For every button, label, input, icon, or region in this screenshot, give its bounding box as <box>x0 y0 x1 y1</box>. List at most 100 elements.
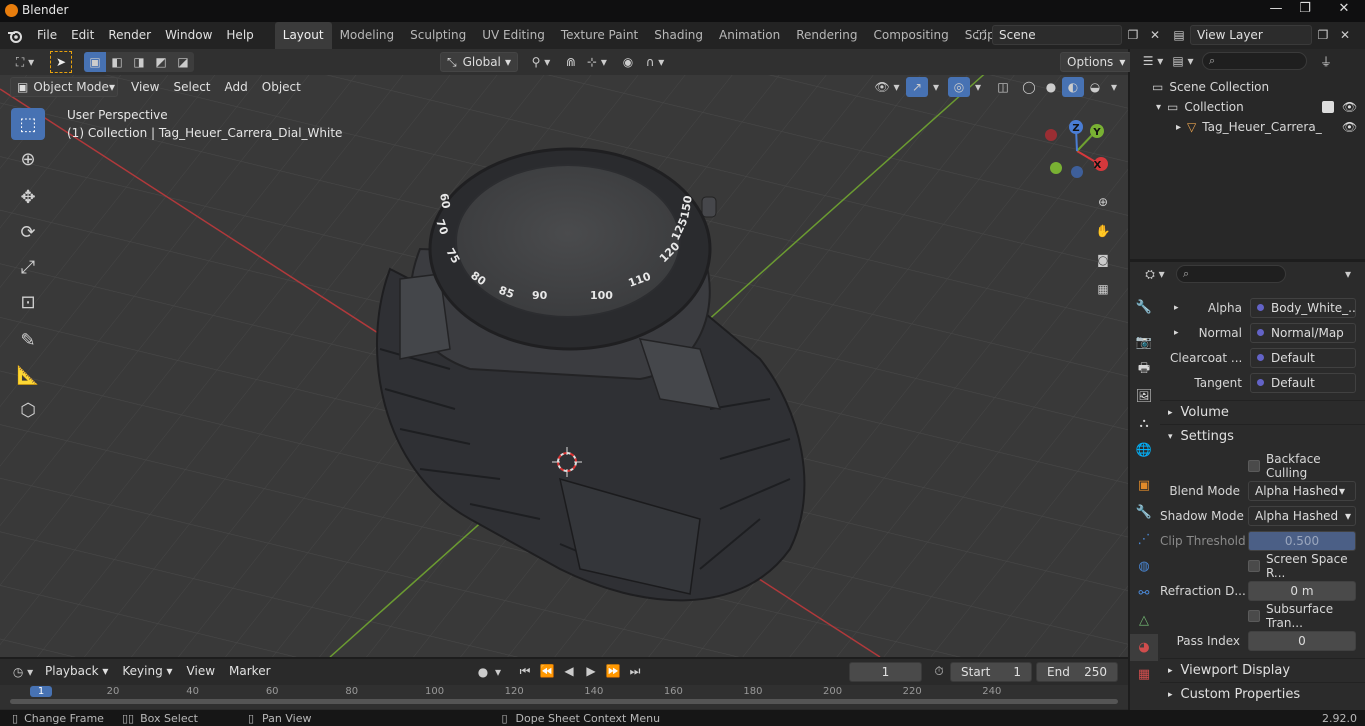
subsurface-translucency-option[interactable]: Subsurface Tran... <box>1160 602 1365 630</box>
select-tool-icon[interactable]: ➤ <box>50 51 72 73</box>
custom-properties-panel-header[interactable]: ▸ Custom Properties <box>1160 682 1365 706</box>
mode-dropdown[interactable]: ▣ Object Mode ▾ <box>10 77 118 97</box>
blend-mode-dropdown[interactable]: Alpha Hashed ▾ <box>1248 480 1356 501</box>
visibility-icon[interactable]: 👁 ▾ <box>872 77 902 97</box>
tab-uv-editing[interactable]: UV Editing <box>474 22 553 49</box>
menu-window[interactable]: Window <box>158 22 219 49</box>
output-tab-icon[interactable]: 🖶 <box>1130 356 1158 383</box>
properties-editor-type-icon[interactable]: ⛭ ▾ <box>1140 264 1170 284</box>
constraints-tab-icon[interactable]: ⚯ <box>1130 580 1158 607</box>
solid-shading-icon[interactable]: ● <box>1040 77 1062 97</box>
alpha-socket-field[interactable]: Body_White_... <box>1250 297 1356 318</box>
snap-icon[interactable]: ⋒ <box>560 52 582 72</box>
world-tab-icon[interactable]: 🌐 <box>1130 437 1158 464</box>
tab-animation[interactable]: Animation <box>711 22 788 49</box>
menu-object[interactable]: Object <box>255 75 308 99</box>
texture-tab-icon[interactable]: ▦ <box>1130 661 1158 688</box>
eye-icon[interactable]: 👁 <box>1342 120 1357 134</box>
properties-search-input[interactable]: ⌕ <box>1176 265 1286 283</box>
outliner-collection[interactable]: ▾ ▭ Collection 👁 <box>1130 97 1365 117</box>
annotate-tool-icon[interactable]: ✎ <box>11 324 45 356</box>
maximize-button[interactable]: ❐ <box>1290 0 1320 20</box>
jump-keyframe-back-icon[interactable]: ⏪ <box>536 661 558 681</box>
rotate-tool-icon[interactable]: ⟳ <box>11 216 45 248</box>
end-frame-field[interactable]: End 250 <box>1036 662 1118 682</box>
close-button[interactable]: ✕ <box>1325 0 1363 20</box>
render-tab-icon[interactable]: 📷 <box>1130 329 1158 356</box>
chevron-down-icon[interactable]: ▾ <box>928 77 944 97</box>
3d-viewport[interactable]: 70 75 80 85 90 100 110 120 125 150 60 X … <box>0 49 1128 657</box>
options-dropdown[interactable]: Options ▾ <box>1060 52 1133 72</box>
tangent-socket-field[interactable]: Default <box>1250 372 1356 393</box>
socket-alpha[interactable]: ▸ Alpha Body_White_... <box>1160 295 1365 320</box>
material-shading-icon[interactable]: ◐ <box>1062 77 1084 97</box>
tab-rendering[interactable]: Rendering <box>788 22 865 49</box>
overlays-toggle-icon[interactable]: ◎ <box>948 77 970 97</box>
move-tool-icon[interactable]: ✥ <box>11 181 45 213</box>
chevron-down-icon[interactable]: ▾ <box>490 662 506 682</box>
minimize-button[interactable]: — <box>1261 0 1291 20</box>
timeline-view-menu[interactable]: View <box>180 659 222 684</box>
socket-tangent[interactable]: Tangent Default <box>1160 370 1365 395</box>
normal-socket-field[interactable]: Normal/Map <box>1250 322 1356 343</box>
copy-view-layer-icon[interactable]: ❐ <box>1312 25 1334 45</box>
pan-hand-icon[interactable]: ✋ <box>1092 221 1114 241</box>
view-layer-field[interactable]: View Layer <box>1190 25 1312 45</box>
filter-icon[interactable]: ⏚ <box>1315 51 1337 71</box>
gizmo-toggle-icon[interactable]: ↗ <box>906 77 928 97</box>
jump-start-icon[interactable]: ⏮ <box>514 661 536 681</box>
falloff-icon[interactable]: ∩ ▾ <box>640 52 670 72</box>
play-reverse-icon[interactable]: ◀ <box>558 661 580 681</box>
menu-file[interactable]: File <box>30 22 64 49</box>
menu-view[interactable]: View <box>124 75 166 99</box>
scene-name-field[interactable]: Scene <box>992 25 1122 45</box>
outliner-editor-type-icon[interactable]: ☰ ▾ <box>1138 51 1168 71</box>
copy-scene-icon[interactable]: ❐ <box>1122 25 1144 45</box>
screen-space-refraction-checkbox[interactable] <box>1248 559 1260 572</box>
tab-layout[interactable]: Layout <box>274 22 332 49</box>
refraction-depth-field[interactable]: 0 m <box>1248 580 1356 601</box>
start-frame-field[interactable]: Start 1 <box>950 662 1032 682</box>
scene-tab-icon[interactable]: ⛬ <box>1130 410 1158 437</box>
collection-exclude-checkbox[interactable] <box>1322 101 1334 113</box>
tab-shading[interactable]: Shading <box>646 22 711 49</box>
remove-view-layer-icon[interactable]: ✕ <box>1334 25 1356 45</box>
playback-menu[interactable]: Playback ▾ <box>38 659 115 684</box>
subsurface-translucency-checkbox[interactable] <box>1248 609 1260 622</box>
select-new-icon[interactable]: ▣ <box>84 52 106 72</box>
tab-compositing[interactable]: Compositing <box>865 22 956 49</box>
clearcoat-socket-field[interactable]: Default <box>1250 347 1356 368</box>
socket-clearcoat[interactable]: Clearcoat ... Default <box>1160 345 1365 370</box>
editor-type-icon[interactable]: ⛶ ▾ <box>10 52 40 72</box>
proportional-edit-icon[interactable]: ◉ <box>617 52 639 72</box>
add-cube-tool-icon[interactable]: ⬡ <box>11 394 45 426</box>
jump-end-icon[interactable]: ⏭ <box>624 661 646 681</box>
transform-tool-icon[interactable]: ⊡ <box>11 286 45 318</box>
chevron-down-icon[interactable]: ▾ <box>970 77 986 97</box>
frame-ruler[interactable]: 1 20 40 60 80 100 120 140 160 180 200 220 240 <box>0 685 1128 709</box>
keying-menu[interactable]: Keying ▾ <box>115 659 179 684</box>
viewport-canvas[interactable]: 70 75 80 85 90 100 110 120 125 150 60 X … <box>0 49 1128 657</box>
settings-panel-header[interactable]: ▾ Settings <box>1160 424 1365 448</box>
camera-icon[interactable]: ◙ <box>1092 250 1114 270</box>
select-subtract-icon[interactable]: ◨ <box>128 52 150 72</box>
view-layer-icon[interactable]: ▤ <box>1168 25 1190 45</box>
menu-add[interactable]: Add <box>218 75 255 99</box>
xray-toggle-icon[interactable]: ◫ <box>992 77 1014 97</box>
clip-threshold-slider[interactable]: 0.500 <box>1248 530 1356 551</box>
outliner-object[interactable]: ▸ ▽ Tag_Heuer_Carrera_D 👁 <box>1130 117 1365 137</box>
timeline-scrollbar[interactable] <box>10 699 1118 704</box>
transform-orientation-dropdown[interactable]: ⤡ Global ▾ <box>440 52 518 72</box>
eye-icon[interactable]: 👁 <box>1342 100 1357 114</box>
menu-render[interactable]: Render <box>101 22 158 49</box>
select-difference-icon[interactable]: ◩ <box>150 52 172 72</box>
timeline-editor-type-icon[interactable]: ◷ ▾ <box>8 662 38 682</box>
play-icon[interactable]: ▶ <box>580 661 602 681</box>
grid-view-icon[interactable]: ▦ <box>1092 279 1114 299</box>
tab-modeling[interactable]: Modeling <box>332 22 403 49</box>
object-tab-icon[interactable]: ▣ <box>1130 472 1158 499</box>
physics-tab-icon[interactable]: ◍ <box>1130 553 1158 580</box>
scene-icon[interactable]: ⛶ <box>970 25 992 45</box>
tab-texture-paint[interactable]: Texture Paint <box>553 22 646 49</box>
backface-culling-checkbox[interactable] <box>1248 459 1260 472</box>
